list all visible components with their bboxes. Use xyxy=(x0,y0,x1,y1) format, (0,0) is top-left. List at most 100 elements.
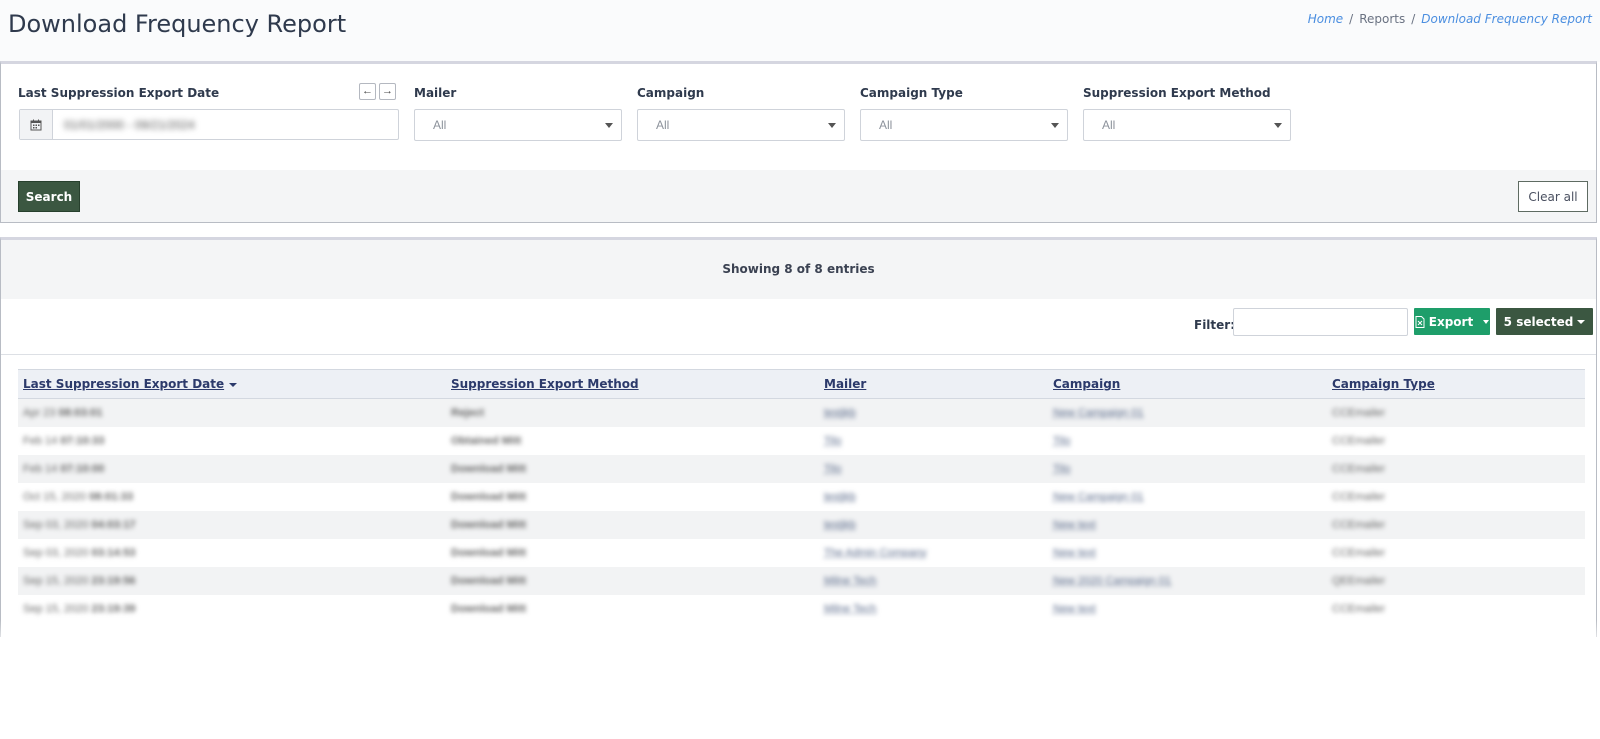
results-banner: Showing 8 of 8 entries xyxy=(1,240,1596,299)
cell-campaign[interactable]: New 2020 Campaign 01 xyxy=(1048,566,1327,595)
breadcrumb: Home / Reports / Download Frequency Repo… xyxy=(1308,12,1592,26)
table-filter-input[interactable] xyxy=(1233,308,1408,336)
cell-date-time: 08:01:33 xyxy=(89,490,134,503)
cell-date: Sep 03, 2020 03:14:53 xyxy=(18,539,446,567)
campaign-type-select[interactable]: All xyxy=(860,109,1068,141)
chevron-down-icon xyxy=(605,123,613,128)
search-button[interactable]: Search xyxy=(18,181,80,212)
cell-method: Reject xyxy=(446,398,819,427)
cell-date: Sep 03, 2020 04:03:17 xyxy=(18,510,446,539)
column-header-campaign[interactable]: Campaign xyxy=(1048,369,1327,399)
cell-campaign-type: CCEmailer xyxy=(1332,490,1386,503)
column-select-button[interactable]: 5 selected xyxy=(1496,308,1593,335)
cell-method: Download Mitt xyxy=(451,490,527,503)
results-panel: Showing 8 of 8 entries Filter: Export 5 … xyxy=(0,237,1597,637)
cell-date: Sep 15, 2020 23:19:39 xyxy=(18,595,446,623)
cell-method: Download Mitt xyxy=(446,454,819,483)
table-row: Feb 14 07:10:00 Download Mitt Tilo Tilo CCEm… xyxy=(18,454,1585,483)
cell-campaign[interactable]: Tilo xyxy=(1048,427,1327,455)
cell-mailer[interactable]: Tilo xyxy=(819,427,1048,455)
arrow-right-icon[interactable]: → xyxy=(379,83,396,100)
cell-mailer[interactable]: Milne Tech xyxy=(819,566,1048,595)
cell-mailer[interactable]: testjkb xyxy=(819,483,1048,511)
calendar-icon[interactable] xyxy=(20,110,53,139)
breadcrumb-current-link[interactable]: Download Frequency Report xyxy=(1421,12,1592,26)
cell-campaign[interactable]: Tilo xyxy=(1048,454,1327,483)
cell-mailer[interactable]: testjkb xyxy=(819,510,1048,539)
table-row: Sep 03, 2020 04:03:17 Download Mitt testjk… xyxy=(18,510,1585,539)
cell-mailer[interactable]: Tilo xyxy=(819,454,1048,483)
cell-date-day: Oct 15, 2020 xyxy=(23,490,86,503)
column-header-mailer[interactable]: Mailer xyxy=(819,369,1048,399)
cell-campaign-type: CCEmailer xyxy=(1332,434,1386,447)
campaign-type-filter-label: Campaign Type xyxy=(860,86,963,100)
export-method-select[interactable]: All xyxy=(1083,109,1291,141)
breadcrumb-separator: / xyxy=(1411,12,1416,26)
export-button[interactable]: Export xyxy=(1414,308,1490,335)
table-row: Sep 15, 2020 23:19:39 Download Mitt Milne … xyxy=(18,595,1585,623)
cell-method: Download Mitt xyxy=(451,602,527,615)
cell-method: Download Mitt xyxy=(446,566,819,595)
cell-campaign-type: CCEmailer xyxy=(1327,454,1585,483)
table-filter-label: Filter: xyxy=(1194,318,1236,332)
cell-mailer[interactable]: testjkb xyxy=(819,398,1048,427)
file-excel-icon xyxy=(1415,315,1425,328)
campaign-filter-label: Campaign xyxy=(637,86,705,100)
cell-date-time: 08:03:01 xyxy=(58,406,103,419)
cell-mailer[interactable]: The Admin Company xyxy=(819,539,1048,567)
table-header-row: Last Suppression Export Date Suppression… xyxy=(18,369,1585,399)
cell-campaign[interactable]: New text xyxy=(1048,595,1327,623)
cell-date: Oct 15, 2020 08:01:33 xyxy=(18,483,446,511)
date-range-value: 01/01/2000 - 09/21/2024 xyxy=(64,118,195,132)
cell-date-time: 04:03:17 xyxy=(91,518,136,531)
export-button-label: Export xyxy=(1428,314,1474,329)
column-header-date[interactable]: Last Suppression Export Date xyxy=(18,369,446,399)
chevron-down-icon xyxy=(1577,319,1586,324)
date-filter-label: Last Suppression Export Date xyxy=(18,86,220,100)
cell-date: Apr 23 08:03:01 xyxy=(18,398,446,427)
cell-campaign-type: CCEmailer xyxy=(1332,546,1386,559)
results-table: Last Suppression Export Date Suppression… xyxy=(18,369,1585,623)
mailer-select[interactable]: All xyxy=(414,109,622,141)
cell-campaign[interactable]: New Campaign 01 xyxy=(1048,398,1327,427)
arrow-left-icon[interactable]: ← xyxy=(359,83,376,100)
date-range-input[interactable]: 01/01/2000 - 09/21/2024 xyxy=(19,109,399,140)
cell-campaign[interactable]: New Campaign 01 xyxy=(1048,483,1327,511)
cell-method: Obtained Mitt xyxy=(451,434,522,447)
cell-date-day: Sep 03, 2020 xyxy=(23,518,89,531)
bottom-fade xyxy=(0,620,1600,650)
cell-mailer[interactable]: Milne Tech xyxy=(819,595,1048,623)
export-method-filter-label: Suppression Export Method xyxy=(1083,86,1271,100)
mailer-filter-label: Mailer xyxy=(414,86,457,100)
cell-method: Download Mitt xyxy=(451,546,527,559)
cell-date: Sep 15, 2020 23:19:56 xyxy=(18,566,446,595)
results-toolbar: Filter: Export 5 selected xyxy=(1,299,1596,355)
cell-method: Download Mitt xyxy=(446,510,819,539)
breadcrumb-reports: Reports xyxy=(1359,12,1406,26)
table-row: Feb 14 07:10:33 Obtained Mitt Tilo Tilo CCEm… xyxy=(18,427,1585,455)
cell-campaign-type: CCEmailer xyxy=(1327,510,1585,539)
export-method-select-value: All xyxy=(1102,118,1116,132)
date-range-nav: ← → xyxy=(359,83,396,100)
cell-campaign-type: CCEmailer xyxy=(1327,398,1585,427)
cell-date-day: Feb 14 xyxy=(23,462,58,475)
cell-date-time: 23:19:39 xyxy=(91,602,136,615)
table-row: Oct 15, 2020 08:01:33 Download Mitt testjk… xyxy=(18,483,1585,511)
entries-count: Showing 8 of 8 entries xyxy=(722,262,875,276)
cell-campaign[interactable]: New text xyxy=(1048,510,1327,539)
table-row: Sep 03, 2020 03:14:53 Download Mitt The Ad… xyxy=(18,539,1585,567)
chevron-down-icon xyxy=(1483,319,1490,324)
cell-date-time: 23:19:56 xyxy=(91,574,136,587)
chevron-down-icon xyxy=(1051,123,1059,128)
breadcrumb-home-link[interactable]: Home xyxy=(1308,12,1343,26)
cell-campaign[interactable]: New text xyxy=(1048,539,1327,567)
column-header-method[interactable]: Suppression Export Method xyxy=(446,369,819,399)
cell-date: Feb 14 07:10:00 xyxy=(18,454,446,483)
column-header-campaign-type[interactable]: Campaign Type xyxy=(1327,369,1585,399)
cell-date-day: Sep 15, 2020 xyxy=(23,602,89,615)
cell-campaign-type: QEEmailer xyxy=(1327,566,1585,595)
sort-desc-icon xyxy=(229,382,238,387)
clear-all-button[interactable]: Clear all xyxy=(1518,181,1588,212)
campaign-select[interactable]: All xyxy=(637,109,845,141)
cell-date-day: Sep 15, 2020 xyxy=(23,574,89,587)
